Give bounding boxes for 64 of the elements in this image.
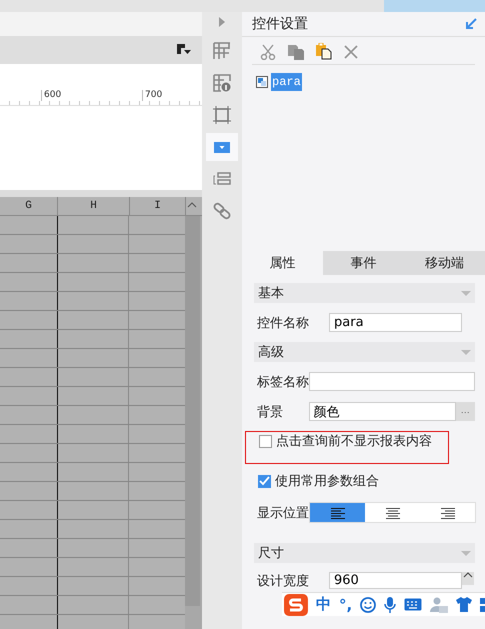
paste-icon[interactable] [316, 43, 332, 60]
input-field[interactable]: 960 [329, 572, 462, 589]
section-header[interactable]: 尺寸 [254, 543, 475, 563]
user-icon[interactable] [430, 596, 448, 612]
align-left-icon[interactable] [330, 506, 344, 518]
copy-icon[interactable] [288, 44, 304, 60]
column-header[interactable]: G [0, 197, 58, 215]
keyboard-icon[interactable] [404, 598, 422, 611]
punctuation-toggle[interactable]: °, [338, 596, 352, 614]
language-toggle[interactable]: 中 [316, 595, 331, 614]
frame-icon[interactable] [213, 106, 231, 124]
ruler-label: 600 [41, 90, 62, 101]
tool-button[interactable] [206, 133, 238, 161]
caret-icon [461, 350, 471, 354]
section-title: 基本 [258, 285, 284, 302]
panel-title: 控件设置 [252, 15, 308, 33]
input-field[interactable]: para [329, 313, 462, 332]
field-label: 背景 [257, 404, 284, 420]
input-field[interactable]: 颜色 [308, 402, 456, 421]
align-right-button[interactable] [420, 503, 475, 522]
field-label: 标签名称 [257, 374, 310, 390]
cut-icon[interactable] [260, 44, 276, 60]
caret-icon [461, 290, 471, 296]
section-header[interactable]: 高级 [254, 342, 475, 362]
widget-icon [256, 76, 268, 88]
field-label: 设计宽度 [257, 573, 310, 590]
dropdown-icon[interactable] [214, 142, 230, 152]
checkbox[interactable] [258, 474, 271, 488]
ruler-label: 700 [142, 90, 162, 101]
tab[interactable]: 事件 [323, 251, 404, 275]
delete-icon[interactable] [344, 44, 358, 58]
scroll-thumb[interactable] [185, 216, 200, 606]
column-header[interactable]: H [58, 197, 130, 215]
input-field[interactable] [309, 372, 475, 391]
smiley-icon[interactable] [360, 596, 376, 612]
column-header[interactable]: I [130, 197, 186, 215]
checkbox[interactable] [259, 434, 272, 448]
grid-info-icon[interactable] [213, 74, 231, 92]
section-header[interactable]: 基本 [254, 283, 475, 303]
align-left-button[interactable] [310, 503, 365, 522]
caret-icon [461, 550, 471, 556]
tab[interactable]: 属性 [242, 251, 323, 275]
section-title: 尺寸 [258, 545, 284, 562]
field-label: 显示位置 [257, 504, 309, 522]
section-title: 高级 [258, 344, 284, 361]
scroll-up-icon[interactable] [187, 202, 197, 208]
tab[interactable]: 移动端 [404, 251, 485, 275]
checkbox-label[interactable]: 点击查询前不显示报表内容 [276, 432, 432, 450]
shirt-icon[interactable] [456, 597, 472, 612]
grid-icon[interactable] [213, 42, 231, 60]
checkbox-label[interactable]: 使用常用参数组合 [275, 472, 379, 490]
spinner-up[interactable] [462, 572, 474, 585]
list-icon[interactable] [213, 172, 231, 186]
align-center-icon[interactable] [386, 506, 400, 518]
align-right-icon[interactable] [440, 506, 454, 518]
more-button[interactable]: ··· [456, 402, 475, 421]
s-logo-icon[interactable] [284, 594, 308, 616]
field-label: 控件名称 [257, 314, 310, 332]
collapse-arrow-icon[interactable] [465, 18, 477, 30]
expand-icon[interactable] [219, 17, 225, 27]
link-icon[interactable] [213, 202, 231, 220]
microphone-icon[interactable] [384, 596, 396, 612]
align-center-button[interactable] [365, 503, 420, 522]
format-icon[interactable] [177, 44, 191, 56]
